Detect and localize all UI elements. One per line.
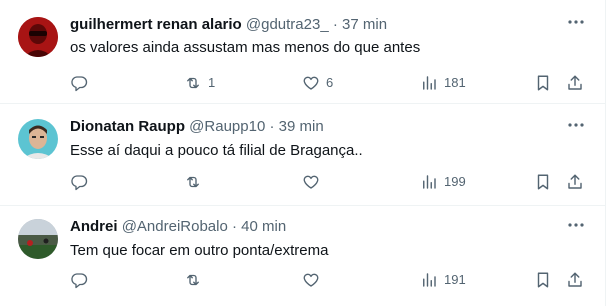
views-button[interactable]: 191 [420, 269, 466, 291]
share-icon [566, 173, 584, 191]
tweet[interactable]: Dionatan Raupp @Raupp10 · 39 min Esse aí… [0, 104, 606, 206]
share-icon [566, 74, 584, 92]
user-handle[interactable]: @Raupp10 [189, 118, 265, 135]
display-name[interactable]: Andrei [70, 218, 118, 235]
share-icon [566, 271, 584, 289]
tweet-header: guilhermert renan alario @gdutra23_ · 37… [70, 15, 387, 35]
retweet-button[interactable] [184, 269, 208, 291]
retweet-icon [184, 271, 202, 289]
tweet-actions: 199 [70, 171, 590, 193]
share-button[interactable] [566, 72, 584, 94]
share-button[interactable] [566, 171, 584, 193]
bookmark-button[interactable] [534, 72, 552, 94]
heart-icon [302, 271, 320, 289]
tweet-header: Andrei @AndreiRobalo · 40 min [70, 217, 286, 237]
bookmark-icon [534, 173, 552, 191]
tweet[interactable]: Andrei @AndreiRobalo · 40 min Tem que fo… [0, 206, 606, 306]
retweet-icon [184, 173, 202, 191]
share-button[interactable] [566, 269, 584, 291]
tweet-text: os valores ainda assustam mas menos do q… [70, 39, 421, 56]
heart-icon [302, 173, 320, 191]
tweet-actions: 1 6 181 [70, 72, 590, 94]
user-handle[interactable]: @AndreiRobalo [122, 218, 228, 235]
reply-button[interactable] [70, 72, 94, 94]
views-icon [420, 74, 438, 92]
reply-icon [70, 271, 88, 289]
like-button[interactable]: 6 [302, 72, 333, 94]
avatar[interactable] [18, 119, 58, 159]
more-icon[interactable] [566, 215, 586, 235]
retweet-button[interactable]: 1 [184, 72, 215, 94]
separator: · [269, 118, 275, 135]
heart-icon [302, 74, 320, 92]
timestamp[interactable]: 37 min [342, 16, 387, 33]
reply-button[interactable] [70, 171, 94, 193]
timestamp[interactable]: 39 min [279, 118, 324, 135]
display-name[interactable]: Dionatan Raupp [70, 118, 185, 135]
retweet-count: 1 [208, 75, 216, 90]
views-icon [420, 173, 438, 191]
reply-icon [70, 74, 88, 92]
display-name[interactable]: guilhermert renan alario [70, 16, 242, 33]
views-count: 181 [444, 75, 466, 90]
tweet[interactable]: guilhermert renan alario @gdutra23_ · 37… [0, 0, 606, 104]
views-count: 191 [444, 272, 466, 287]
tweet-text: Esse aí daqui a pouco tá filial de Braga… [70, 142, 363, 159]
views-count: 199 [444, 174, 466, 189]
like-button[interactable] [302, 269, 326, 291]
bookmark-button[interactable] [534, 171, 552, 193]
reply-icon [70, 173, 88, 191]
like-count: 6 [326, 75, 334, 90]
bookmark-icon [534, 271, 552, 289]
timestamp[interactable]: 40 min [241, 218, 286, 235]
tweet-actions: 191 [70, 269, 590, 291]
more-icon[interactable] [566, 12, 586, 32]
views-button[interactable]: 181 [420, 72, 466, 94]
bookmark-button[interactable] [534, 269, 552, 291]
bookmark-icon [534, 74, 552, 92]
retweet-icon [184, 74, 202, 92]
separator: · [332, 16, 338, 33]
reply-button[interactable] [70, 269, 94, 291]
tweet-header: Dionatan Raupp @Raupp10 · 39 min [70, 117, 324, 137]
like-button[interactable] [302, 171, 326, 193]
user-handle[interactable]: @gdutra23_ [246, 16, 329, 33]
reply-feed: guilhermert renan alario @gdutra23_ · 37… [0, 0, 606, 306]
avatar[interactable] [18, 219, 58, 259]
views-icon [420, 271, 438, 289]
tweet-text: Tem que focar em outro ponta/extrema [70, 242, 329, 259]
more-icon[interactable] [566, 115, 586, 135]
avatar[interactable] [18, 17, 58, 57]
retweet-button[interactable] [184, 171, 208, 193]
separator: · [231, 218, 237, 235]
views-button[interactable]: 199 [420, 171, 466, 193]
